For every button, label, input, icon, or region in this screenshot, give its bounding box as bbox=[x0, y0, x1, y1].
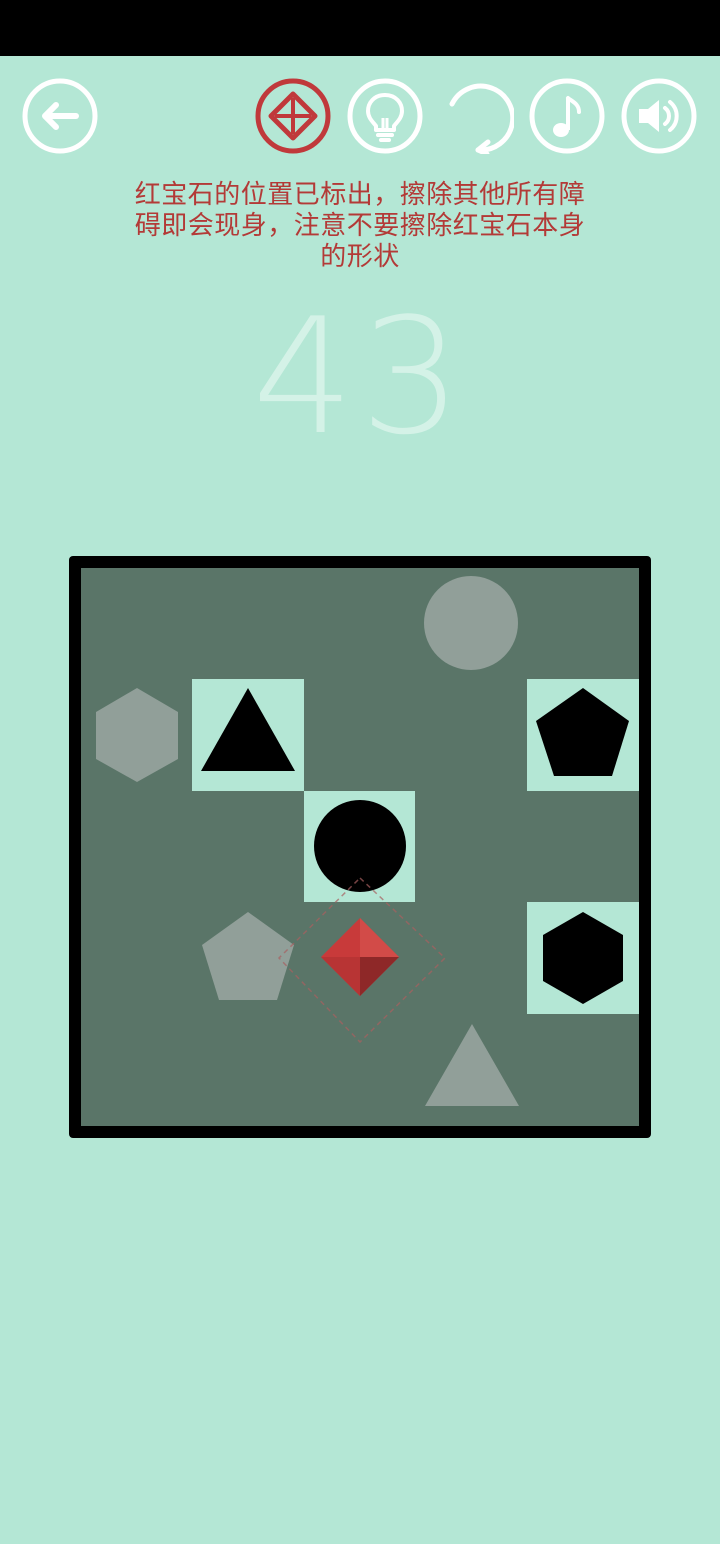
board-svg bbox=[81, 568, 639, 1126]
restart-button[interactable] bbox=[438, 78, 514, 154]
hint-line-3: 的形状 bbox=[320, 242, 400, 272]
back-arrow-icon bbox=[22, 78, 98, 154]
lightbulb-icon bbox=[347, 78, 423, 154]
back-button[interactable] bbox=[22, 78, 98, 154]
ghost-circle-shape[interactable] bbox=[424, 576, 518, 670]
hint-line-2: 碍即会现身，注意不要擦除红宝石本身 bbox=[134, 211, 586, 241]
hint-button[interactable] bbox=[347, 78, 423, 154]
game-board bbox=[69, 556, 651, 1138]
status-bar bbox=[0, 0, 720, 56]
restart-icon bbox=[449, 83, 514, 154]
speaker-icon bbox=[621, 78, 697, 154]
music-button[interactable] bbox=[529, 78, 605, 154]
move-counter: 43 bbox=[252, 283, 468, 470]
gem-locator-icon bbox=[255, 78, 331, 154]
music-note-icon bbox=[529, 78, 605, 154]
gem-locator-button[interactable] bbox=[255, 78, 331, 154]
hint-text: 红宝石的位置已标出，擦除其他所有障 碍即会现身，注意不要擦除红宝石本身 的形状 bbox=[90, 180, 630, 273]
sound-button[interactable] bbox=[621, 78, 697, 154]
hint-line-1: 红宝石的位置已标出，擦除其他所有障 bbox=[134, 180, 586, 210]
